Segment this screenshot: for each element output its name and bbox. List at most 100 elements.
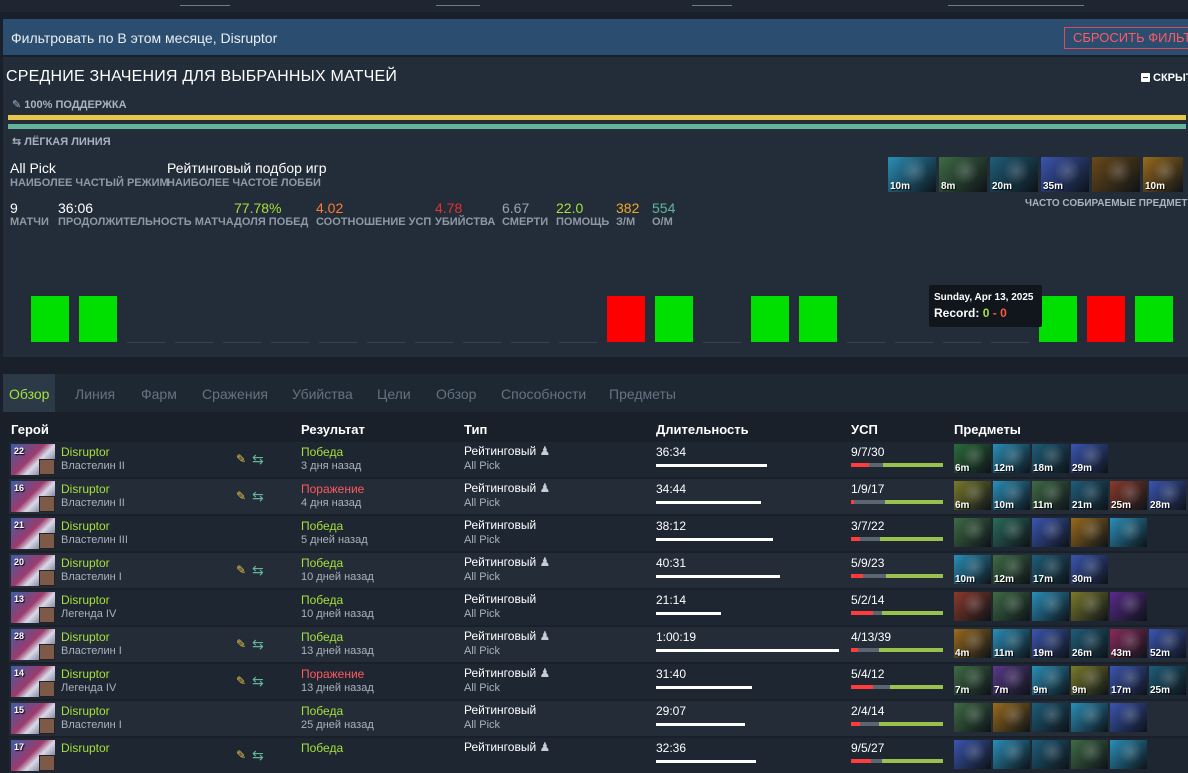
hide-averages-button[interactable]: СКРЫТЬ xyxy=(1141,72,1188,84)
match-result[interactable]: Победа xyxy=(301,741,343,755)
streak-none-day[interactable] xyxy=(175,342,213,343)
item-icon[interactable] xyxy=(1032,703,1069,732)
header-result[interactable]: Результат xyxy=(301,422,365,437)
streak-none-day[interactable] xyxy=(943,342,981,343)
hero-portrait[interactable]: 21 xyxy=(11,518,55,549)
hero-portrait[interactable]: 14 xyxy=(11,666,55,697)
table-row[interactable]: 21 Disruptor Властелин III Победа 5 дней наз… xyxy=(9,516,1188,551)
streak-none-day[interactable] xyxy=(895,342,933,343)
item-icon[interactable] xyxy=(1071,703,1108,732)
table-row[interactable]: 16 Disruptor Властелин II ✎ ⇆ Поражение 4 дня … xyxy=(9,479,1188,514)
tab-7[interactable]: Способности xyxy=(501,386,586,402)
item-icon[interactable]: 9m xyxy=(1071,666,1108,696)
streak-none-day[interactable] xyxy=(463,342,501,343)
streak-win-day[interactable] xyxy=(799,296,837,342)
hero-name[interactable]: Disruptor xyxy=(61,482,110,496)
table-row[interactable]: 22 Disruptor Властелин II ✎ ⇆ Победа 3 дня наз… xyxy=(9,442,1188,477)
item-icon[interactable] xyxy=(1071,740,1108,769)
hero-portrait[interactable]: 17 xyxy=(11,740,55,771)
item-icon[interactable]: 9m xyxy=(1032,666,1069,696)
streak-none-day[interactable] xyxy=(223,342,261,343)
tab-3[interactable]: Сражения xyxy=(202,386,268,402)
match-result[interactable]: Победа xyxy=(301,593,343,607)
table-row[interactable]: 15 Disruptor Властелин I Победа 25 дней наза… xyxy=(9,701,1188,736)
match-result[interactable]: Победа xyxy=(301,556,343,570)
item-icon[interactable] xyxy=(1071,592,1108,621)
streak-none-day[interactable] xyxy=(991,342,1029,343)
item-icon[interactable]: 25m xyxy=(1149,666,1186,696)
item-icon[interactable]: 6m xyxy=(954,481,991,511)
item-icon[interactable]: 26m xyxy=(1071,629,1108,659)
match-result[interactable]: Поражение xyxy=(301,482,364,496)
item-icon[interactable]: 6m xyxy=(954,444,991,474)
item-icon[interactable]: 43m xyxy=(1110,629,1147,659)
hero-name[interactable]: Disruptor xyxy=(61,519,110,533)
scepter-icon[interactable]: 35m xyxy=(1041,157,1089,192)
table-row[interactable]: 20 Disruptor Властелин I ✎ ⇆ Победа 10 дней на… xyxy=(9,553,1188,588)
match-result[interactable]: Победа xyxy=(301,519,343,533)
match-result[interactable]: Победа xyxy=(301,704,343,718)
item-icon[interactable]: 21m xyxy=(1071,481,1108,511)
hero-name[interactable]: Disruptor xyxy=(61,741,110,755)
item-icon[interactable]: 25m xyxy=(1110,481,1147,511)
item-icon[interactable] xyxy=(1110,592,1147,621)
table-row[interactable]: 17 Disruptor ✎ ⇆ Победа Рейтинговый ♟ 32:36 9/5… xyxy=(9,738,1188,773)
item-icon[interactable] xyxy=(954,592,991,621)
hero-portrait[interactable]: 15 xyxy=(11,703,55,734)
streak-none-day[interactable] xyxy=(415,342,453,343)
item-icon[interactable]: 17m xyxy=(1110,666,1147,696)
staff-icon[interactable]: 10m xyxy=(1143,157,1183,192)
tab-0[interactable]: Обзор xyxy=(9,386,49,402)
streak-none-day[interactable] xyxy=(703,342,741,343)
item-icon[interactable] xyxy=(954,518,991,547)
item-icon[interactable]: 7m xyxy=(993,666,1030,696)
tab-1[interactable]: Линия xyxy=(75,386,115,402)
item-icon[interactable] xyxy=(993,740,1030,769)
table-row[interactable]: 13 Disruptor Легенда IV Победа 10 дней назад… xyxy=(9,590,1188,625)
reset-filter-button[interactable]: СБРОСИТЬ ФИЛЬТР xyxy=(1064,27,1188,49)
box-icon[interactable] xyxy=(1092,157,1140,192)
streak-win-day[interactable] xyxy=(1135,296,1173,342)
item-icon[interactable] xyxy=(993,703,1030,732)
item-icon[interactable]: 12m xyxy=(993,555,1030,585)
streak-none-day[interactable] xyxy=(319,342,357,343)
item-icon[interactable]: 10m xyxy=(954,555,991,585)
item-icon[interactable] xyxy=(1032,740,1069,769)
hero-portrait[interactable]: 20 xyxy=(11,555,55,586)
item-icon[interactable]: 28m xyxy=(1149,481,1186,511)
streak-none-day[interactable] xyxy=(367,342,405,343)
match-result[interactable]: Победа xyxy=(301,630,343,644)
item-icon[interactable]: 52m xyxy=(1149,629,1186,659)
streak-win-day[interactable] xyxy=(655,296,693,342)
item-icon[interactable] xyxy=(1110,740,1147,769)
item-icon[interactable]: 17m xyxy=(1032,555,1069,585)
streak-win-day[interactable] xyxy=(751,296,789,342)
item-icon[interactable]: 4m xyxy=(954,629,991,659)
streak-loss-day[interactable] xyxy=(1087,296,1125,342)
hero-portrait[interactable]: 28 xyxy=(11,629,55,660)
table-row[interactable]: 28 Disruptor Властелин I ✎ ⇆ Победа 13 дней на… xyxy=(9,627,1188,662)
item-icon[interactable] xyxy=(1032,592,1069,621)
streak-win-day[interactable] xyxy=(31,296,69,342)
header-duration[interactable]: Длительность xyxy=(656,422,749,437)
wand-icon[interactable]: 8m xyxy=(939,157,987,192)
table-row[interactable]: 14 Disruptor Легенда IV ✎ ⇆ Поражение 13 дней … xyxy=(9,664,1188,699)
item-icon[interactable]: 11m xyxy=(993,629,1030,659)
item-icon[interactable] xyxy=(993,592,1030,621)
item-icon[interactable]: 10m xyxy=(993,481,1030,511)
item-icon[interactable]: 12m xyxy=(993,444,1030,474)
hero-name[interactable]: Disruptor xyxy=(61,630,110,644)
tab-6[interactable]: Обзор xyxy=(436,386,476,402)
item-icon[interactable]: 18m xyxy=(1032,444,1069,474)
bottle-icon[interactable]: 10m xyxy=(888,157,936,192)
item-icon[interactable] xyxy=(1032,518,1069,547)
item-icon[interactable]: 19m xyxy=(1032,629,1069,659)
header-hero[interactable]: Герой xyxy=(11,422,49,437)
tab-4[interactable]: Убийства xyxy=(292,386,353,402)
hero-portrait[interactable]: 16 xyxy=(11,481,55,512)
item-icon[interactable] xyxy=(1110,518,1147,547)
item-icon[interactable]: 7m xyxy=(954,666,991,696)
item-icon[interactable] xyxy=(954,740,991,769)
streak-none-day[interactable] xyxy=(559,342,597,343)
streak-win-day[interactable] xyxy=(79,296,117,342)
